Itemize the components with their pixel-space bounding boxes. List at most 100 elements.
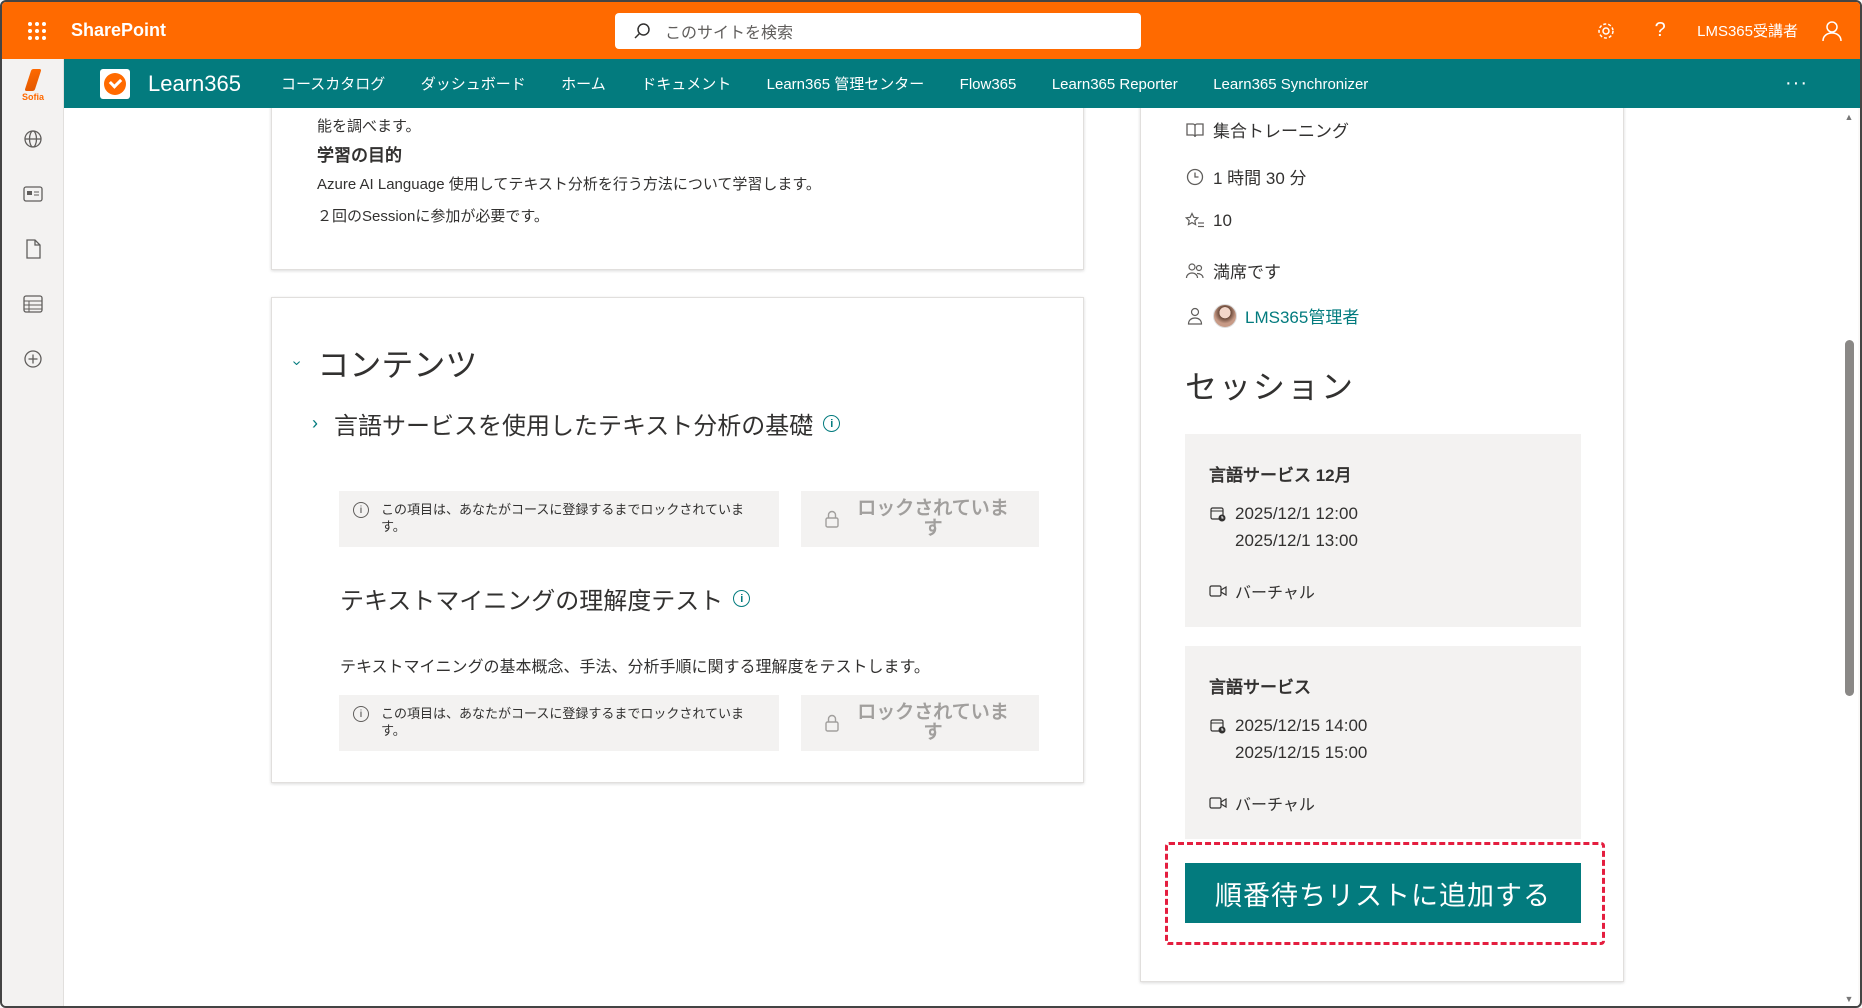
avatar xyxy=(1213,303,1237,328)
sofia-label: Sofia xyxy=(21,91,44,102)
session-type: バーチャル xyxy=(1209,579,1315,603)
book-icon xyxy=(1186,122,1204,137)
video-icon xyxy=(1209,797,1227,809)
lock-icon xyxy=(825,510,839,528)
owner-link[interactable]: LMS365管理者 xyxy=(1245,303,1359,328)
search-box[interactable]: このサイトを検索 xyxy=(615,13,1141,49)
lock-icon xyxy=(825,714,839,732)
course-duration: 1 時間 30 分 xyxy=(1185,164,1307,189)
nav-synchronizer[interactable]: Learn365 Synchronizer xyxy=(1213,76,1368,93)
calendar-clock-icon xyxy=(1210,507,1226,522)
page-scrollbar[interactable]: ▲ ▼ xyxy=(1840,108,1858,1006)
course-seats: 満席です xyxy=(1185,258,1281,283)
settings-button[interactable] xyxy=(1579,2,1633,59)
waffle-icon xyxy=(28,21,46,40)
locked-button[interactable]: ロックされています xyxy=(801,491,1039,547)
person-icon xyxy=(1822,20,1842,41)
lock-notice: i この項目は、あなたがコースに登録するまでロックされています。 xyxy=(339,695,779,751)
learning-goal-text: Azure AI Language 使用してテキスト分析を行う方法について学習し… xyxy=(317,176,821,193)
suite-bar: SharePoint このサイトを検索 ? LMS365受講者 xyxy=(2,2,1860,59)
nav-more-button[interactable]: ··· xyxy=(1785,72,1808,95)
site-navigation: コースカタログ ダッシュボード ホーム ドキュメント Learn365 管理セン… xyxy=(281,73,1399,94)
nav-admin-center[interactable]: Learn365 管理センター xyxy=(767,73,925,94)
info-icon: i xyxy=(353,502,369,518)
question-icon: ? xyxy=(1654,19,1666,41)
document-icon xyxy=(26,238,41,259)
scroll-down-arrow-icon[interactable]: ▼ xyxy=(1840,990,1858,1006)
gear-icon xyxy=(1598,22,1614,39)
sharepoint-title[interactable]: SharePoint xyxy=(71,20,166,41)
rail-item-sites[interactable] xyxy=(2,111,64,166)
app-launcher-button[interactable] xyxy=(2,2,72,59)
sofia-logo[interactable]: Sofia xyxy=(2,59,64,111)
rail-item-lists[interactable] xyxy=(2,276,64,331)
course-owner: LMS365管理者 xyxy=(1185,303,1359,328)
add-icon xyxy=(24,349,42,368)
clock-icon xyxy=(1186,168,1204,185)
session-title: 言語サービス 12月 xyxy=(1209,466,1352,485)
news-icon xyxy=(23,185,43,202)
overview-text-tail: 能を調べます。 xyxy=(317,118,421,135)
contents-title: コンテンツ xyxy=(317,347,478,383)
chevron-down-icon: › xyxy=(288,360,306,366)
left-rail: Sofia xyxy=(2,59,64,1006)
learning-goal-note: ２回のSessionに参加が必要です。 xyxy=(317,208,549,225)
locked-button-label: ロックされています xyxy=(857,498,1009,539)
session-start: 2025/12/15 14:00 xyxy=(1209,716,1367,736)
search-icon xyxy=(634,23,650,39)
session-start: 2025/12/1 12:00 xyxy=(1209,504,1358,524)
contents-card: › コンテンツ › 言語サービスを使用したテキスト分析の基礎 i i この項目は… xyxy=(271,297,1084,783)
sessions-heading: セッション xyxy=(1185,369,1356,405)
nav-dashboard[interactable]: ダッシュボード xyxy=(421,73,526,94)
site-header: Learn365 コースカタログ ダッシュボード ホーム ドキュメント Lear… xyxy=(64,59,1860,108)
sofia-mark-icon xyxy=(24,68,42,91)
session-end: 2025/12/1 13:00 xyxy=(1235,531,1358,550)
learn365-logo-icon xyxy=(104,72,126,95)
calendar-clock-icon xyxy=(1210,719,1226,734)
video-icon xyxy=(1209,585,1227,597)
info-icon[interactable]: i xyxy=(733,590,751,607)
session-title: 言語サービス xyxy=(1209,678,1311,697)
user-name[interactable]: LMS365受講者 xyxy=(1697,20,1798,41)
locked-button[interactable]: ロックされています xyxy=(801,695,1039,751)
account-button[interactable] xyxy=(1812,2,1852,59)
content-item-title: 言語サービスを使用したテキスト分析の基礎 xyxy=(334,413,814,440)
star-list-icon xyxy=(1185,212,1204,228)
locked-button-label: ロックされています xyxy=(857,702,1009,743)
nav-course-catalog[interactable]: コースカタログ xyxy=(281,73,385,94)
scroll-up-arrow-icon[interactable]: ▲ xyxy=(1840,108,1858,126)
nav-flow365[interactable]: Flow365 xyxy=(960,76,1017,93)
nav-reporter[interactable]: Learn365 Reporter xyxy=(1052,76,1178,93)
course-overview-card: 能を調べます。 学習の目的 Azure AI Language 使用してテキスト… xyxy=(271,108,1084,270)
site-title[interactable]: Learn365 xyxy=(148,71,241,97)
session-card[interactable]: 言語サービス 12月 2025/12/1 12:00 2025/12/1 13:… xyxy=(1185,434,1581,627)
person-icon xyxy=(1187,307,1203,325)
help-button[interactable]: ? xyxy=(1633,2,1687,59)
rail-item-create[interactable] xyxy=(2,331,64,386)
nav-home[interactable]: ホーム xyxy=(561,73,606,94)
content-item-title: テキストマイニングの理解度テスト xyxy=(340,588,724,615)
browser-frame: SharePoint このサイトを検索 ? LMS365受講者 Sofia Le… xyxy=(0,0,1862,1008)
course-info-card: 集合トレーニング 1 時間 30 分 10 満席です LMS365管理者 セッシ… xyxy=(1140,108,1624,982)
info-icon: i xyxy=(353,706,369,722)
info-icon[interactable]: i xyxy=(823,415,841,432)
course-type: 集合トレーニング xyxy=(1185,117,1349,142)
contents-header[interactable]: › コンテンツ xyxy=(289,340,478,386)
rail-item-files[interactable] xyxy=(2,221,64,276)
globe-icon xyxy=(24,129,42,148)
content-item-2[interactable]: テキストマイニングの理解度テスト i xyxy=(340,581,751,616)
scrollbar-thumb[interactable] xyxy=(1845,340,1854,696)
nav-documents[interactable]: ドキュメント xyxy=(641,73,731,94)
session-type: バーチャル xyxy=(1209,791,1315,815)
content-item-description: テキストマイニングの基本概念、手法、分析手順に関する理解度をテストします。 xyxy=(340,659,930,676)
lock-notice-text: この項目は、あなたがコースに登録するまでロックされています。 xyxy=(381,706,744,738)
learning-goal-heading: 学習の目的 xyxy=(317,146,402,165)
lock-notice-text: この項目は、あなたがコースに登録するまでロックされています。 xyxy=(381,502,744,534)
page-canvas: 能を調べます。 学習の目的 Azure AI Language 使用してテキスト… xyxy=(64,108,1840,1006)
add-to-waitlist-button[interactable]: 順番待ちリストに追加する xyxy=(1185,863,1581,923)
site-logo[interactable] xyxy=(100,68,130,99)
course-points: 10 xyxy=(1185,211,1232,231)
rail-item-news[interactable] xyxy=(2,166,64,221)
content-item-1[interactable]: › 言語サービスを使用したテキスト分析の基礎 i xyxy=(312,406,841,441)
session-card[interactable]: 言語サービス 2025/12/15 14:00 2025/12/15 15:00… xyxy=(1185,646,1581,839)
